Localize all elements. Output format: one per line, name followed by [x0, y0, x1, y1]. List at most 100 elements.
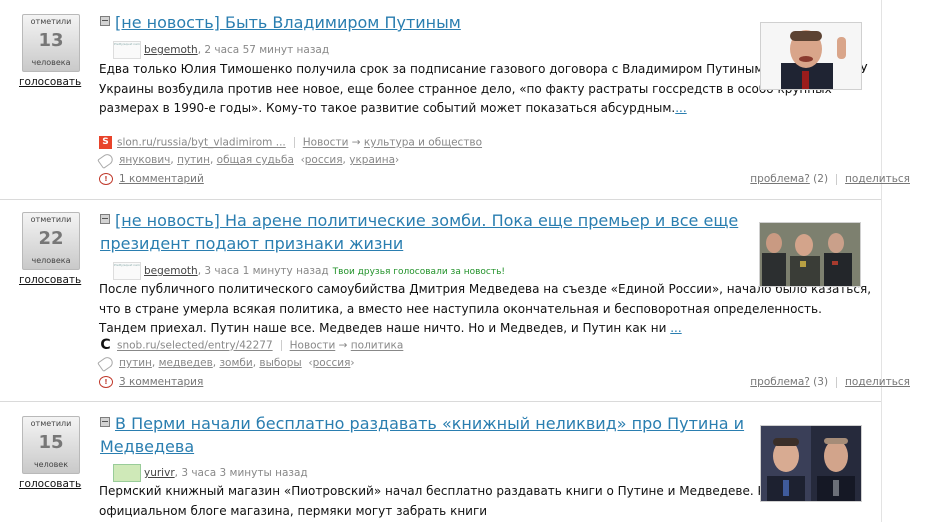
- tag-link[interactable]: путин: [119, 357, 152, 369]
- snob-source-icon: С: [100, 337, 111, 353]
- author-link[interactable]: begemoth: [144, 265, 198, 277]
- share-link[interactable]: поделиться: [845, 173, 910, 185]
- region-link[interactable]: украина: [349, 154, 395, 166]
- comments-row: ! 1 комментарий: [99, 173, 204, 185]
- vote-count: 22: [38, 228, 64, 249]
- author-link[interactable]: yurivr: [144, 467, 175, 479]
- vote-counter: отметили 13 человека: [22, 14, 80, 72]
- tag-icon: [97, 151, 115, 169]
- item-actions: проблема? (2) поделиться: [750, 173, 910, 185]
- comment-icon: !: [99, 173, 113, 185]
- vote-counter-bottom: человека: [31, 256, 71, 265]
- share-link[interactable]: поделиться: [845, 376, 910, 388]
- vote-count: 13: [38, 30, 64, 51]
- vote-counter-top: отметили: [30, 419, 72, 428]
- right-border: [881, 0, 882, 522]
- two-portraits-photo: [761, 426, 861, 501]
- tag-icon: [97, 354, 115, 372]
- vote-link[interactable]: голосовать: [19, 274, 81, 286]
- category-root-link[interactable]: Новости: [290, 340, 336, 352]
- divider: [836, 173, 838, 185]
- tag-link[interactable]: путин: [177, 154, 210, 166]
- post-time: , 3 часа 1 минуту назад: [197, 265, 329, 277]
- item-separator: [0, 199, 881, 200]
- item-separator: [0, 401, 881, 402]
- vote-counter-top: отметили: [30, 215, 72, 224]
- tag-link[interactable]: общая судьба: [217, 154, 294, 166]
- comments-link[interactable]: 3 комментария: [119, 376, 203, 388]
- news-title-link-line2[interactable]: президент подают признаки жизни: [100, 234, 403, 253]
- problem-link[interactable]: проблема?: [750, 173, 810, 185]
- speaker-photo: [761, 23, 861, 89]
- news-thumbnail[interactable]: [760, 22, 862, 90]
- comments-link[interactable]: 1 комментарий: [119, 173, 204, 185]
- news-text-content: Едва только Юлия Тимошенко получила срок…: [99, 62, 868, 115]
- news-thumbnail[interactable]: [760, 425, 862, 502]
- region-link[interactable]: россия: [313, 357, 351, 369]
- category-link[interactable]: культура и общество: [364, 137, 482, 149]
- comments-row: ! 3 комментария: [99, 376, 203, 388]
- tag-link[interactable]: зомби: [219, 357, 252, 369]
- news-meta: Pretty/squat name ...begemoth, 2 часа 57…: [113, 41, 329, 59]
- news-title-link[interactable]: [не новость] На арене политические зомби…: [115, 211, 738, 230]
- author-link[interactable]: begemoth: [144, 44, 198, 56]
- divider: [293, 137, 295, 148]
- read-more-link[interactable]: ...: [675, 101, 686, 115]
- vote-counter: отметили 22 человека: [22, 212, 80, 270]
- tag-link[interactable]: медведев: [159, 357, 213, 369]
- news-title: [не новость] Быть Владимиром Путиным: [100, 11, 461, 34]
- category-arrow: →: [351, 136, 361, 149]
- divider: [836, 376, 838, 388]
- region-link[interactable]: россия: [305, 154, 343, 166]
- category-arrow: →: [338, 339, 348, 352]
- vote-counter-bottom: человека: [31, 58, 71, 67]
- group-photo: [760, 223, 860, 286]
- collapse-icon[interactable]: [100, 417, 110, 427]
- news-text: Пермский книжный магазин «Пиотровский» н…: [99, 482, 871, 521]
- problem-count: (3): [813, 376, 829, 388]
- news-text-content: Пермский книжный магазин «Пиотровский» н…: [99, 484, 846, 518]
- comment-icon: !: [99, 376, 113, 388]
- tag-link[interactable]: выборы: [259, 357, 301, 369]
- news-text: Едва только Юлия Тимошенко получила срок…: [99, 60, 871, 119]
- news-title-link-line2[interactable]: Медведева: [100, 437, 194, 456]
- category-link[interactable]: политика: [351, 340, 404, 352]
- divider: [280, 340, 282, 351]
- tags-row: янукович, путин, общая судьба ‹россия, у…: [97, 151, 399, 169]
- author-avatar[interactable]: Pretty/squat name ...: [113, 262, 141, 280]
- vote-counter-bottom: человек: [33, 460, 69, 469]
- vote-counter: отметили 15 человек: [22, 416, 80, 474]
- author-avatar[interactable]: [113, 464, 141, 482]
- news-thumbnail[interactable]: [759, 222, 861, 287]
- news-title-link[interactable]: [не новость] Быть Владимиром Путиным: [115, 13, 461, 32]
- vote-link[interactable]: голосовать: [19, 76, 81, 88]
- source-row: Сsnob.ru/selected/entry/42277 Новости → п…: [99, 337, 404, 353]
- post-time: , 2 часа 57 минут назад: [197, 44, 330, 56]
- news-title-link[interactable]: В Перми начали бесплатно раздавать «книж…: [115, 414, 744, 433]
- read-more-link[interactable]: ...: [670, 321, 681, 335]
- friends-voted-note: Твои друзья голосовали за новость!: [332, 267, 505, 277]
- collapse-icon[interactable]: [100, 16, 110, 26]
- tags-row: путин, медведев, зомби, выборы ‹россия›: [97, 354, 355, 372]
- source-link[interactable]: slon.ru/russia/byt_vladimirom ...: [117, 137, 286, 149]
- source-link[interactable]: snob.ru/selected/entry/42277: [117, 340, 273, 352]
- news-title: [не новость] На арене политические зомби…: [100, 209, 738, 255]
- author-avatar[interactable]: Pretty/squat name ...: [113, 41, 141, 59]
- problem-link[interactable]: проблема?: [750, 376, 810, 388]
- vote-count: 15: [38, 432, 64, 453]
- news-meta: yurivr, 3 часа 3 минуты назад: [113, 464, 308, 482]
- news-meta: Pretty/squat name ...begemoth, 3 часа 1 …: [113, 262, 505, 280]
- collapse-icon[interactable]: [100, 214, 110, 224]
- slon-source-icon: S: [99, 136, 112, 149]
- source-row: Sslon.ru/russia/byt_vladimirom ... Новост…: [99, 136, 482, 149]
- post-time: , 3 часа 3 минуты назад: [174, 467, 308, 479]
- problem-count: (2): [813, 173, 829, 185]
- news-text: После публичного политического самоубийс…: [99, 280, 871, 339]
- category-root-link[interactable]: Новости: [303, 137, 349, 149]
- news-text-content: После публичного политического самоубийс…: [99, 282, 872, 335]
- tag-link[interactable]: янукович: [119, 154, 170, 166]
- item-actions: проблема? (3) поделиться: [750, 376, 910, 388]
- vote-link[interactable]: голосовать: [19, 478, 81, 490]
- news-title: В Перми начали бесплатно раздавать «книж…: [100, 412, 744, 458]
- vote-counter-top: отметили: [30, 17, 72, 26]
